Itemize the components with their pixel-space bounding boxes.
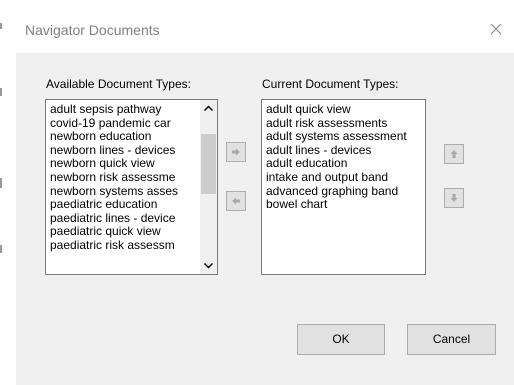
arrow-down-icon	[450, 194, 458, 202]
ok-button[interactable]: OK	[297, 324, 385, 355]
list-item[interactable]: adult education	[266, 157, 425, 171]
list-item[interactable]: newborn risk assessme	[50, 170, 217, 185]
scroll-up-icon	[203, 105, 214, 112]
list-item[interactable]: newborn education	[50, 130, 217, 144]
list-item[interactable]: paediatric quick view	[50, 225, 217, 239]
remove-document-button[interactable]	[226, 191, 246, 211]
list-item[interactable]: adult sepsis pathway	[50, 102, 217, 117]
list-item[interactable]: covid-19 pandemic car	[50, 116, 217, 131]
list-item[interactable]: newborn lines - devices	[50, 143, 217, 158]
scroll-thumb[interactable]	[201, 134, 216, 194]
scroll-up-button[interactable]	[200, 100, 217, 117]
title-bar: Navigator Documents	[16, 8, 514, 53]
list-item[interactable]: newborn systems asses	[50, 184, 217, 199]
list-item[interactable]: paediatric education	[50, 198, 217, 212]
move-down-button[interactable]	[444, 188, 464, 208]
edge-mark	[0, 23, 2, 29]
current-items: adult quick view adult risk assessments ad…	[266, 102, 425, 212]
close-button[interactable]	[484, 17, 508, 41]
close-icon	[490, 23, 502, 35]
arrow-right-icon	[232, 148, 240, 156]
current-document-types-list[interactable]: adult quick view adult risk assessments ad…	[261, 99, 426, 275]
available-label: Available Document Types:	[46, 77, 191, 91]
edge-mark	[0, 245, 2, 253]
list-item[interactable]: intake and output band	[266, 170, 425, 185]
move-up-button[interactable]	[444, 144, 464, 164]
list-item[interactable]: adult quick view	[266, 102, 425, 117]
list-item[interactable]: paediatric risk assessm	[50, 238, 217, 253]
list-item[interactable]: newborn quick view	[50, 157, 217, 171]
navigator-documents-dialog: Navigator Documents Available Document T…	[16, 8, 514, 385]
list-item[interactable]: adult systems assessment	[266, 130, 425, 144]
current-label: Current Document Types:	[262, 77, 399, 91]
arrow-up-icon	[450, 150, 458, 158]
add-document-button[interactable]	[226, 142, 246, 162]
available-scrollbar[interactable]	[200, 100, 217, 274]
list-item[interactable]: adult lines - devices	[266, 143, 425, 158]
dialog-title: Navigator Documents	[25, 22, 160, 38]
scroll-down-icon	[203, 262, 214, 269]
list-item[interactable]: advanced graphing band	[266, 184, 425, 199]
scroll-down-button[interactable]	[200, 257, 217, 274]
available-document-types-list[interactable]: adult sepsis pathway covid-19 pandemic ca…	[45, 99, 218, 275]
arrow-left-icon	[232, 197, 240, 205]
list-item[interactable]: bowel chart	[266, 198, 425, 212]
edge-mark	[0, 88, 2, 96]
list-item[interactable]: adult risk assessments	[266, 116, 425, 131]
available-items: adult sepsis pathway covid-19 pandemic ca…	[50, 102, 217, 253]
list-item[interactable]: paediatric lines - device	[50, 211, 217, 226]
cancel-button[interactable]: Cancel	[407, 324, 496, 355]
edge-mark	[0, 178, 2, 188]
